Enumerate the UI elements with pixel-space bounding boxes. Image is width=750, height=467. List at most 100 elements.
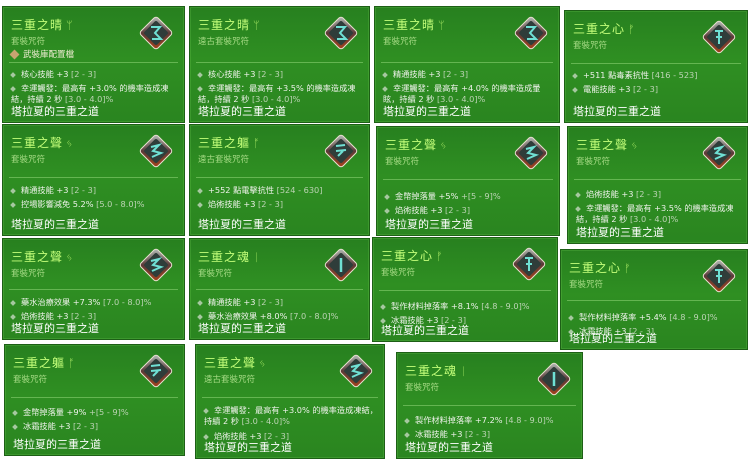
armory-icon	[9, 49, 20, 60]
bullet-icon	[380, 303, 386, 310]
set-name: 塔拉夏的三重之道	[198, 218, 286, 231]
set-name: 塔拉夏的三重之道	[383, 105, 471, 118]
set-glyph: ᛃ	[440, 139, 448, 152]
bullet-icon	[12, 409, 18, 416]
charm-card[interactable]: 三重之晴 ᛘ 套裝咒符 武裝庫配置檔 核心技能 +3 [2 - 3] 幸運觸發：最…	[2, 6, 185, 123]
bullet-icon	[10, 313, 16, 320]
rune-icon	[699, 256, 739, 296]
stat-line: +552 點電擊抗性 [524 - 630]	[197, 185, 363, 196]
card-title: 三重之聲 ᛃ	[11, 250, 74, 264]
card-subtitle: 遠古套裝咒符	[198, 37, 250, 47]
stat-line: 冰霜技能 +3 [2 - 3]	[12, 421, 178, 432]
set-name: 塔拉夏的三重之道	[11, 322, 99, 335]
charm-card[interactable]: 三重之晴 ᛘ 遠古套裝咒符 核心技能 +3 [2 - 3] 幸運觸發：最高有 +3…	[189, 6, 370, 123]
charm-card[interactable]: 三重之魂 ᛁ 套裝咒符 精通技能 +3 [2 - 3] 藥水治療效果 +8.0% …	[189, 238, 370, 340]
divider	[11, 397, 178, 398]
charm-card[interactable]: 三重之晴 ᛘ 套裝咒符 精通技能 +3 [2 - 3] 幸運觸發：最高有 +4.0…	[374, 6, 560, 123]
divider	[381, 62, 553, 63]
divider	[574, 179, 741, 180]
card-title: 三重之心 ᚠ	[569, 261, 632, 275]
bullet-icon	[12, 423, 18, 430]
set-name: 塔拉夏的三重之道	[573, 105, 661, 118]
stat-line: 幸運觸發：最高有 +4.0% 的機率造成暈眩，持續 2 秒 [3.0 - 4.0…	[382, 83, 541, 104]
bullet-icon	[384, 207, 390, 214]
divider	[379, 290, 551, 291]
card-subtitle: 套裝咒符	[11, 269, 46, 279]
card-subtitle: 遠古套裝咒符	[198, 155, 250, 165]
bullet-icon	[10, 187, 16, 194]
stat-line: 精通技能 +3 [2 - 3]	[382, 69, 553, 80]
card-title: 三重之晴 ᛘ	[198, 18, 261, 32]
stat-line: 核心技能 +3 [2 - 3]	[197, 69, 363, 80]
rune-icon	[321, 13, 361, 53]
set-name: 塔拉夏的三重之道	[381, 324, 469, 337]
charm-card[interactable]: 三重之心 ᚠ 套裝咒符 製作材料掉落率 +8.1% [4.8 - 9.0]% 冰霜…	[372, 237, 558, 342]
card-title: 三重之晴 ᛘ	[383, 18, 446, 32]
stat-line: 幸運觸發：最高有 +3.0% 的機率造成凍結，持續 2 秒 [3.0 - 4.0…	[10, 83, 169, 104]
card-subtitle: 套裝咒符	[405, 383, 440, 393]
bullet-icon	[10, 71, 16, 78]
stat-line: 焰術技能 +3 [2 - 3]	[575, 189, 741, 200]
rune-icon	[136, 245, 176, 285]
bullet-icon	[197, 313, 203, 320]
charm-card[interactable]: 三重之心 ᚠ 套裝咒符 製作材料掉落率 +5.4% [4.8 - 9.0]% 冰霜…	[560, 249, 748, 350]
divider	[9, 289, 178, 290]
charm-card[interactable]: 三重之聲 ᛃ 套裝咒符 金幣掉落量 +5% +[5 - 9]% 焰術技能 +3 […	[376, 126, 560, 236]
set-name: 塔拉夏的三重之道	[198, 105, 286, 118]
bullet-icon	[203, 407, 209, 414]
set-name: 塔拉夏的三重之道	[385, 218, 473, 231]
stat-line: 核心技能 +3 [2 - 3]	[10, 69, 178, 80]
set-name: 塔拉夏的三重之道	[13, 438, 101, 451]
charm-card[interactable]: 三重之聲 ᛃ 套裝咒符 精通技能 +3 [2 - 3] 控場影響減免 5.2% […	[2, 124, 185, 236]
rune-icon	[699, 17, 739, 57]
card-title: 三重之心 ᚠ	[573, 22, 636, 36]
bullet-icon	[404, 431, 410, 438]
charm-card[interactable]: 三重之聲 ᛃ 套裝咒符 藥水治療效果 +7.3% [7.0 - 8.0]% 焰術技…	[2, 238, 185, 340]
card-title: 三重之聲 ᛃ	[11, 136, 74, 150]
charm-card[interactable]: 三重之軀 ᚩ 遠古套裝咒符 +552 點電擊抗性 [524 - 630] 焰術技能…	[189, 124, 370, 236]
set-glyph: ᛃ	[259, 357, 267, 370]
stat-line: 焰術技能 +3 [2 - 3]	[197, 199, 363, 210]
bullet-icon	[575, 191, 581, 198]
set-glyph: ᚠ	[624, 262, 632, 275]
card-title: 三重之晴 ᛘ	[11, 18, 74, 32]
divider	[196, 289, 363, 290]
card-title: 三重之心 ᚠ	[381, 249, 444, 263]
set-glyph: ᛁ	[460, 365, 468, 378]
loadout-tag: 武裝庫配置檔	[9, 48, 74, 60]
charm-card[interactable]: 三重之聲 ᛃ 套裝咒符 焰術技能 +3 [2 - 3] 幸運觸發：最高有 +3.5…	[567, 126, 748, 244]
card-subtitle: 套裝咒符	[198, 269, 233, 279]
set-glyph: ᛃ	[66, 137, 74, 150]
card-title: 三重之聲 ᛃ	[576, 138, 639, 152]
charm-card[interactable]: 三重之聲 ᛃ 遠古套裝咒符 幸運觸發：最高有 +3.0% 的機率造成凍結，持續 2…	[195, 344, 385, 459]
rune-icon	[321, 245, 361, 285]
card-subtitle: 套裝咒符	[11, 155, 46, 165]
set-glyph: ᚠ	[436, 250, 444, 263]
set-name: 塔拉夏的三重之道	[204, 441, 292, 454]
set-name: 塔拉夏的三重之道	[576, 226, 664, 239]
bullet-icon	[10, 299, 16, 306]
charm-card[interactable]: 三重之魂 ᛁ 套裝咒符 製作材料掉落率 +7.2% [4.8 - 9.0]% 冰霜…	[396, 352, 583, 459]
divider	[9, 62, 178, 63]
charm-card[interactable]: 三重之心 ᚠ 套裝咒符 +511 點毒素抗性 [416 - 523] 電能技能 +…	[564, 10, 748, 123]
stat-line: 精通技能 +3 [2 - 3]	[10, 185, 178, 196]
card-subtitle: 套裝咒符	[385, 157, 420, 167]
stat-line: 金幣掉落量 +5% +[5 - 9]%	[384, 191, 553, 202]
divider	[196, 177, 363, 178]
set-glyph: ᛘ	[438, 19, 446, 32]
charm-card[interactable]: 三重之軀 ᚩ 套裝咒符 金幣掉落量 +9% +[5 - 9]% 冰霜技能 +3 […	[4, 344, 185, 456]
divider	[9, 177, 178, 178]
set-glyph: ᛁ	[253, 251, 261, 264]
set-glyph: ᛃ	[66, 251, 74, 264]
rune-icon	[699, 133, 739, 173]
set-glyph: ᛘ	[66, 19, 74, 32]
stat-line: 電能技能 +3 [2 - 3]	[572, 84, 741, 95]
set-name: 塔拉夏的三重之道	[11, 105, 99, 118]
set-glyph: ᛘ	[253, 19, 261, 32]
card-title: 三重之聲 ᛃ	[385, 138, 448, 152]
rune-icon	[136, 13, 176, 53]
stat-line: 幸運觸發：最高有 +3.5% 的機率造成凍結，持續 2 秒 [3.0 - 4.0…	[575, 203, 734, 224]
card-subtitle: 套裝咒符	[573, 41, 608, 51]
set-glyph: ᚩ	[68, 357, 76, 370]
bullet-icon	[382, 85, 388, 92]
